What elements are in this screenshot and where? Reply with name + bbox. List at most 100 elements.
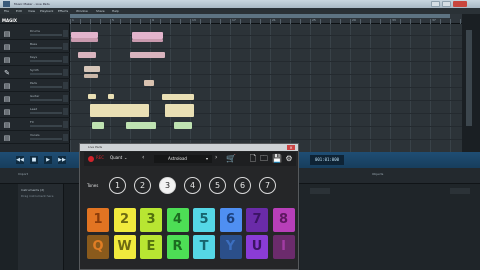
track-name[interactable]: Guitar [30,94,39,98]
track-name[interactable]: Vocals [30,133,40,137]
tone-button-6[interactable]: 6 [234,177,251,194]
audio-clip[interactable] [132,32,163,39]
stop-button[interactable]: ■ [30,156,38,164]
pad-1[interactable]: 1 [87,208,109,232]
track-lane[interactable] [70,89,462,101]
track-name[interactable]: Keys [30,55,37,59]
pad-e[interactable]: E [140,235,162,259]
pad-q[interactable]: Q [87,235,109,259]
track-lane[interactable] [70,128,462,140]
pad-7[interactable]: 7 [246,208,268,232]
audio-clip[interactable] [162,94,194,100]
pad-4[interactable]: 4 [166,208,189,232]
scrollbar-thumb[interactable] [466,30,472,126]
tone-button-4[interactable]: 4 [184,177,201,194]
pad-2[interactable]: 2 [113,208,136,232]
pad-6[interactable]: 6 [219,208,242,232]
track-name[interactable]: Pads [30,81,37,85]
track-controls[interactable] [63,69,68,76]
track-controls[interactable] [63,82,68,89]
track-lane[interactable] [70,37,462,49]
track-lane[interactable] [70,24,462,36]
pad-i[interactable]: I [272,235,295,259]
maximize-button[interactable] [442,1,451,7]
tone-button-5[interactable]: 5 [209,177,226,194]
track-header[interactable]: ▤ Bass [0,41,70,53]
audio-clip[interactable] [84,74,98,78]
panel-slot[interactable] [450,188,470,194]
audio-clip[interactable] [92,122,104,129]
vertical-scrollbar[interactable] [462,14,480,152]
track-controls[interactable] [63,108,68,115]
record-icon[interactable] [88,156,94,162]
track-header[interactable]: ▤ Pads [0,80,70,92]
minimize-button[interactable] [431,1,440,7]
save-icon[interactable]: 💾 [272,154,282,164]
close-button[interactable] [453,1,467,7]
track-lane[interactable] [70,76,462,88]
track-controls[interactable] [63,95,68,102]
previous-preset-icon[interactable]: ‹ [142,154,144,161]
track-volume-slider[interactable] [30,86,62,88]
play-button[interactable]: ▶ [44,156,52,164]
track-controls[interactable] [63,43,68,50]
audio-clip[interactable] [126,122,156,129]
track-header[interactable]: ▤ Lead [0,106,70,118]
track-header[interactable]: ▤ Guitar [0,93,70,105]
pad-w[interactable]: W [113,235,136,259]
audio-clip[interactable] [174,122,192,129]
track-name[interactable]: Bass [30,42,37,46]
track-header[interactable]: ▤ Keys [0,54,70,66]
audio-clip[interactable] [108,94,114,99]
timeline-ruler[interactable]: 1 5 9 13 17 21 25 29 33 37 [70,14,462,24]
track-name[interactable]: FX [30,120,34,124]
rewind-button[interactable]: ◀◀ [16,156,24,164]
audio-clip[interactable] [165,104,194,117]
track-name[interactable]: Lead [30,107,37,111]
audio-clip[interactable] [84,66,100,72]
audio-clip[interactable] [90,104,149,117]
tone-button-3[interactable]: 3 [159,177,176,194]
track-header[interactable]: ▤ FX [0,119,70,131]
quantize-label[interactable]: Quant [110,155,122,160]
track-volume-slider[interactable] [30,125,62,127]
preset-select[interactable]: Astroload ▾ [154,155,212,163]
track-volume-slider[interactable] [30,60,62,62]
objects-tab[interactable]: Objects [372,172,383,176]
record-label[interactable]: REC [96,155,104,160]
track-name[interactable]: Synth [30,68,39,72]
next-preset-icon[interactable]: › [215,154,217,161]
tone-button-2[interactable]: 2 [134,177,151,194]
pad-5[interactable]: 5 [193,208,215,232]
pad-y[interactable]: Y [219,235,242,259]
audio-clip[interactable] [71,38,98,42]
track-header[interactable]: ▤ Vocals [0,132,70,144]
import-tab[interactable]: Import [18,172,28,176]
close-icon[interactable]: × [287,145,295,150]
track-controls[interactable] [63,56,68,63]
track-controls[interactable] [63,121,68,128]
arrangement-area[interactable] [70,24,462,152]
audio-clip[interactable] [78,52,96,58]
audio-clip[interactable] [132,39,163,42]
track-name[interactable]: Drums [30,29,40,33]
track-volume-slider[interactable] [30,47,62,49]
audio-clip[interactable] [144,80,154,86]
cart-icon[interactable]: 🛒 [226,154,236,164]
chevron-down-icon[interactable]: ⌄ [124,155,127,160]
new-file-icon[interactable]: 🗋 [248,154,258,164]
track-lane[interactable] [70,63,462,75]
pad-t[interactable]: T [193,235,215,259]
audio-clip[interactable] [88,94,96,99]
gear-icon[interactable]: ⚙ [284,154,294,164]
track-volume-slider[interactable] [30,138,62,140]
track-volume-slider[interactable] [30,73,62,75]
tone-button-1[interactable]: 1 [109,177,126,194]
open-folder-icon[interactable]: 🗀 [259,154,269,164]
panel-slot[interactable] [310,188,330,194]
track-volume-slider[interactable] [30,112,62,114]
track-controls[interactable] [63,30,68,37]
pad-r[interactable]: R [166,235,189,259]
track-controls[interactable] [63,134,68,141]
track-header[interactable]: ✎ Synth [0,67,70,79]
